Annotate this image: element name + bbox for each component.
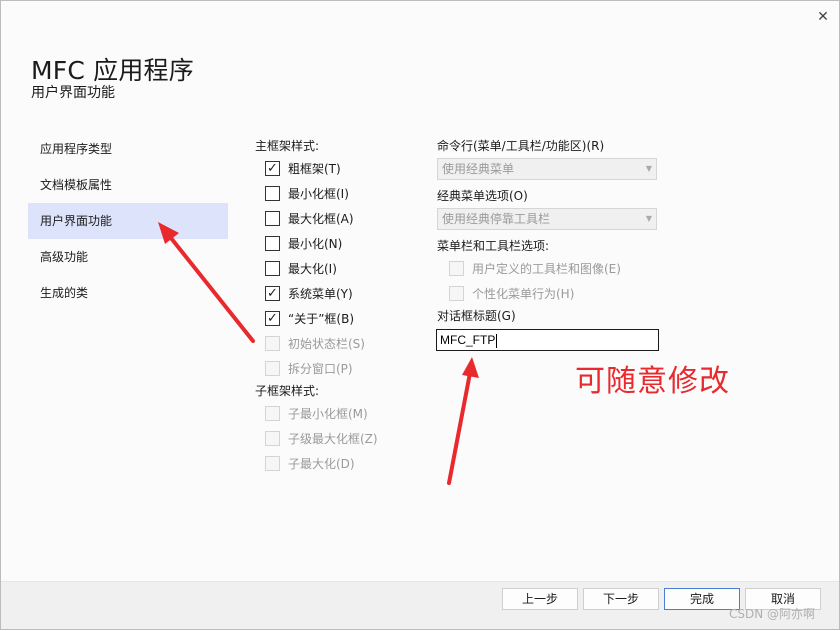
checkbox-label: 最小化框(I) — [288, 186, 349, 201]
command-bar-value: 使用经典菜单 — [442, 162, 515, 176]
chevron-down-icon: ▼ — [645, 164, 652, 173]
checkbox-child-maximized: 子最大化(D) — [265, 453, 355, 473]
watermark: CSDN @阿亦啊 — [729, 607, 816, 621]
checkbox-label: 子最小化框(M) — [288, 406, 368, 421]
checkbox-minimize-box[interactable]: 最小化框(I) — [265, 183, 349, 203]
checkbox-label: 个性化菜单行为(H) — [472, 286, 575, 301]
menubar-toolbar-options-label: 菜单栏和工具栏选项: — [437, 239, 550, 253]
checkbox-label: 系统菜单(Y) — [288, 286, 353, 301]
checkbox-box — [265, 455, 280, 471]
checkbox-child-maximize-box: 子级最大化框(Z) — [265, 428, 378, 448]
mfc-wizard-dialog: ✕ MFC 应用程序 用户界面功能 应用程序类型 文档模板属性 用户界面功能 高… — [0, 0, 840, 630]
checkbox-system-menu[interactable]: ✓ 系统菜单(Y) — [265, 283, 353, 303]
checkbox-initial-status-bar: 初始状态栏(S) — [265, 333, 365, 353]
text-caret — [496, 333, 498, 348]
checkbox-label: 最小化(N) — [288, 236, 343, 251]
checkbox-box[interactable]: ✓ — [265, 285, 280, 301]
nav-item-application-type[interactable]: 应用程序类型 — [28, 131, 228, 167]
nav-item-advanced-features[interactable]: 高级功能 — [28, 239, 228, 275]
checkbox-label: 粗框架(T) — [288, 161, 341, 176]
checkbox-box[interactable] — [265, 235, 280, 251]
checkbox-box — [265, 335, 280, 351]
prev-button[interactable]: 上一步 — [502, 588, 578, 610]
checkbox-box — [265, 360, 280, 376]
checkbox-box[interactable] — [265, 185, 280, 201]
checkbox-user-defined-toolbars: 用户定义的工具栏和图像(E) — [449, 258, 621, 278]
wizard-footer: 上一步 下一步 完成 取消 — [1, 581, 839, 629]
checkbox-box[interactable]: ✓ — [265, 310, 280, 326]
checkbox-box[interactable]: ✓ — [265, 160, 280, 176]
wizard-subtitle: 用户界面功能 — [31, 85, 115, 101]
checkbox-label: 初始状态栏(S) — [288, 336, 365, 351]
command-bar-label: 命令行(菜单/工具栏/功能区)(R) — [437, 139, 605, 153]
checkbox-minimized[interactable]: 最小化(N) — [265, 233, 342, 253]
checkbox-box — [265, 405, 280, 421]
checkbox-label: 用户定义的工具栏和图像(E) — [472, 261, 621, 276]
annotation-text: 可随意修改 — [575, 364, 730, 399]
checkbox-personalized-menu: 个性化菜单行为(H) — [449, 283, 574, 303]
next-button[interactable]: 下一步 — [583, 588, 659, 610]
dialog-title-input[interactable]: MFC_FTP — [436, 329, 659, 351]
checkbox-box — [449, 285, 464, 301]
classic-menu-select: 使用经典停靠工具栏 ▼ — [437, 208, 657, 230]
checkbox-about-box[interactable]: ✓ “关于”框(B) — [265, 308, 354, 328]
checkbox-label: 拆分窗口(P) — [288, 361, 353, 376]
checkbox-child-minimize-box: 子最小化框(M) — [265, 403, 368, 423]
nav-item-user-interface[interactable]: 用户界面功能 — [28, 203, 228, 239]
checkbox-label: 最大化(I) — [288, 261, 337, 276]
checkbox-maximize-box[interactable]: 最大化框(A) — [265, 208, 354, 228]
checkbox-label: 最大化框(A) — [288, 211, 354, 226]
checkbox-box — [449, 260, 464, 276]
close-icon[interactable]: ✕ — [813, 7, 833, 27]
checkbox-box — [265, 430, 280, 446]
command-bar-select: 使用经典菜单 ▼ — [437, 158, 657, 180]
classic-menu-options-label: 经典菜单选项(O) — [437, 189, 528, 203]
checkbox-box[interactable] — [265, 260, 280, 276]
checkbox-thick-frame[interactable]: ✓ 粗框架(T) — [265, 158, 341, 178]
nav-item-document-template[interactable]: 文档模板属性 — [28, 167, 228, 203]
checkbox-maximized[interactable]: 最大化(I) — [265, 258, 337, 278]
checkbox-box[interactable] — [265, 210, 280, 226]
main-frame-styles-label: 主框架样式: — [255, 139, 320, 153]
child-frame-styles-label: 子框架样式: — [255, 384, 320, 398]
dialog-title-value: MFC_FTP — [440, 333, 496, 347]
classic-menu-value: 使用经典停靠工具栏 — [442, 212, 551, 226]
checkbox-label: 子最大化(D) — [288, 456, 355, 471]
checkbox-split-window: 拆分窗口(P) — [265, 358, 353, 378]
wizard-nav: 应用程序类型 文档模板属性 用户界面功能 高级功能 生成的类 — [28, 131, 228, 311]
checkbox-label: “关于”框(B) — [288, 311, 355, 326]
dialog-title-label: 对话框标题(G) — [437, 309, 516, 323]
nav-item-generated-classes[interactable]: 生成的类 — [28, 275, 228, 311]
annotation-arrows — [158, 222, 479, 485]
checkbox-label: 子级最大化框(Z) — [288, 431, 378, 446]
chevron-down-icon: ▼ — [645, 214, 652, 223]
arrow-to-input-icon — [447, 357, 479, 485]
